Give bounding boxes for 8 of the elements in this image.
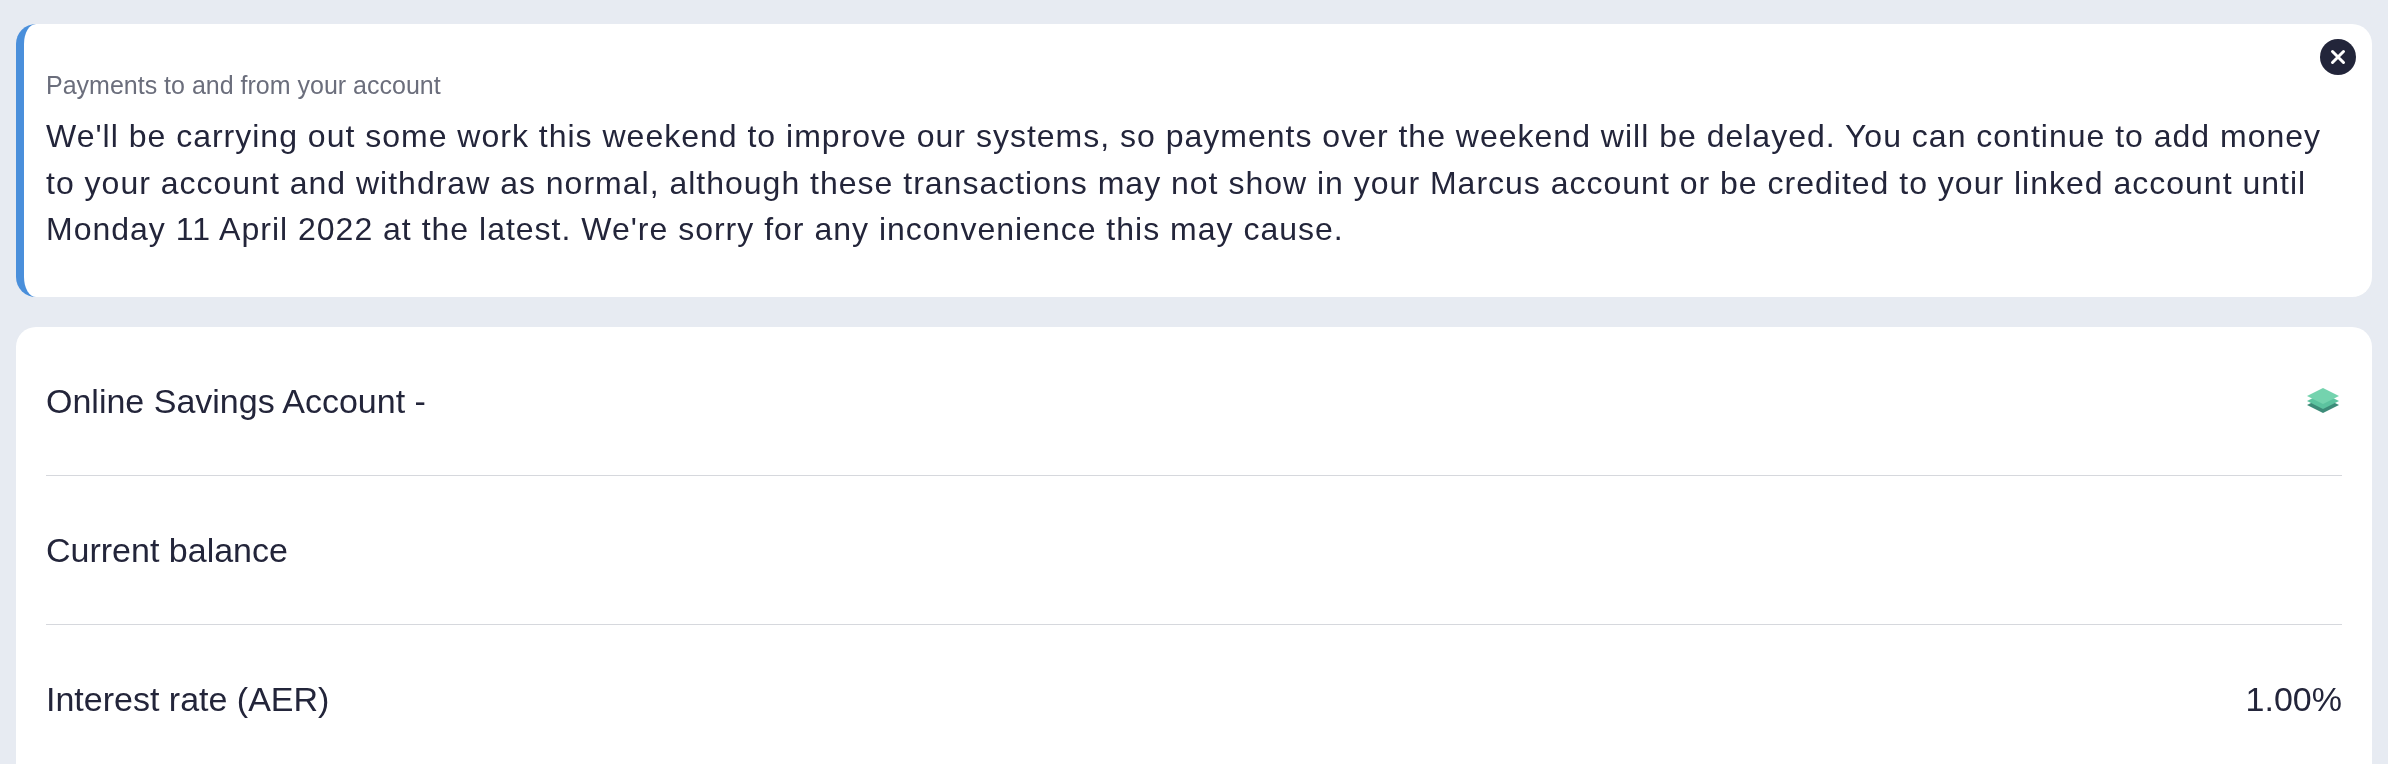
notice-title: Payments to and from your account	[46, 70, 442, 101]
notice-message: We'll be carrying out some work this weekend to improve our systems, so payments over the weekend will be delayed. You can continue to add money to your account and withdraw as normal, although these transactions may not show in your Marcus account or be credited to your linked account until Monday 11 April 2022 at the latest. We're sorry for any inconvenience this may cause.	[46, 117, 2323, 249]
row-label: Interest rate (AER)	[46, 678, 330, 720]
row-label: Current balance	[46, 529, 288, 571]
close-button[interactable]	[2320, 39, 2356, 75]
close-icon	[2320, 39, 2356, 75]
row-value: 1.00%	[2245, 678, 2342, 720]
account-name: Online Savings Account -	[46, 380, 426, 422]
